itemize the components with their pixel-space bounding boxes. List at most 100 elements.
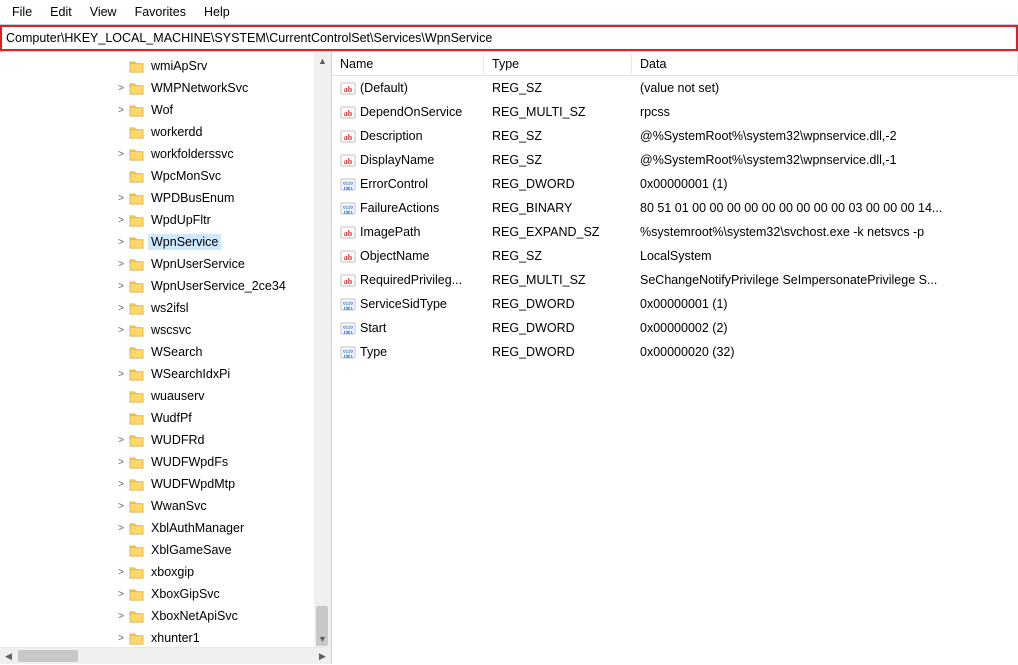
tree-item[interactable]: >WUDFWpdFs (0, 451, 331, 473)
values-list[interactable]: ab(Default)REG_SZ(value not set)abDepend… (332, 76, 1018, 364)
value-row[interactable]: 01101001ErrorControlREG_DWORD0x00000001 … (332, 172, 1018, 196)
folder-icon (128, 81, 144, 95)
tree-item-label: workfolderssvc (148, 146, 237, 162)
tree-item[interactable]: XblGameSave (0, 539, 331, 561)
tree-vertical-scrollbar[interactable]: ▲ ▼ (314, 52, 331, 647)
value-row[interactable]: abDisplayNameREG_SZ@%SystemRoot%\system3… (332, 148, 1018, 172)
tree-item[interactable]: >WpnService (0, 231, 331, 253)
value-row[interactable]: abObjectNameREG_SZLocalSystem (332, 244, 1018, 268)
value-row[interactable]: abRequiredPrivileg...REG_MULTI_SZSeChang… (332, 268, 1018, 292)
expand-chevron-icon[interactable]: > (114, 83, 128, 94)
value-row[interactable]: 01101001StartREG_DWORD0x00000002 (2) (332, 316, 1018, 340)
tree-item[interactable]: >WpdUpFltr (0, 209, 331, 231)
expand-chevron-icon[interactable]: > (114, 259, 128, 270)
value-row[interactable]: 01101001TypeREG_DWORD0x00000020 (32) (332, 340, 1018, 364)
tree-item[interactable]: >Wof (0, 99, 331, 121)
tree-view[interactable]: wmiApSrv>WMPNetworkSvc>Wofworkerdd > workf… (0, 52, 331, 647)
menu-favorites[interactable]: Favorites (127, 3, 194, 21)
expand-chevron-icon[interactable]: > (114, 457, 128, 468)
value-row[interactable]: abImagePathREG_EXPAND_SZ%systemroot%\sys… (332, 220, 1018, 244)
tree-item[interactable]: WSearch (0, 341, 331, 363)
tree-item[interactable]: > XboxGipSvc (0, 583, 331, 605)
value-type-cell: REG_MULTI_SZ (484, 273, 632, 287)
value-data-cell: 0x00000002 (2) (632, 321, 1018, 335)
tree-item[interactable]: >xboxgip (0, 561, 331, 583)
tree-item[interactable]: >XboxNetApiSvc (0, 605, 331, 627)
address-bar[interactable]: Computer\HKEY_LOCAL_MACHINE\SYSTEM\Curre… (0, 25, 1018, 51)
expand-chevron-icon[interactable]: > (114, 589, 128, 600)
expand-chevron-icon[interactable]: > (114, 633, 128, 644)
expand-chevron-icon[interactable]: > (114, 105, 128, 116)
value-row[interactable]: abDependOnServiceREG_MULTI_SZrpcss (332, 100, 1018, 124)
tree-item[interactable]: > WpnUserService_2ce34 (0, 275, 331, 297)
column-header-data[interactable]: Data (632, 54, 1018, 74)
expand-chevron-icon[interactable]: > (114, 149, 128, 160)
tree-item[interactable]: WudfPf (0, 407, 331, 429)
scroll-down-arrow-icon[interactable]: ▼ (314, 630, 331, 647)
expand-chevron-icon[interactable]: > (114, 303, 128, 314)
svg-text:1001: 1001 (343, 211, 354, 216)
tree-item[interactable]: >WUDFRd (0, 429, 331, 451)
tree-horizontal-scrollbar[interactable]: ◀ ▶ (0, 647, 331, 664)
menubar: File Edit View Favorites Help (0, 0, 1018, 25)
expand-chevron-icon[interactable]: > (114, 611, 128, 622)
value-data-cell: LocalSystem (632, 249, 1018, 263)
menu-file[interactable]: File (4, 3, 40, 21)
value-row[interactable]: 01101001FailureActionsREG_BINARY80 51 01… (332, 196, 1018, 220)
expand-chevron-icon[interactable]: > (114, 501, 128, 512)
tree-item-label: XboxGipSvc (148, 586, 223, 602)
column-header-type[interactable]: Type (484, 54, 632, 74)
reg-string-icon: ab (340, 104, 356, 120)
value-type-cell: REG_DWORD (484, 297, 632, 311)
reg-string-icon: ab (340, 128, 356, 144)
reg-string-icon: ab (340, 224, 356, 240)
scroll-up-arrow-icon[interactable]: ▲ (314, 52, 331, 69)
tree-item[interactable]: >WwanSvc (0, 495, 331, 517)
expand-chevron-icon[interactable]: > (114, 325, 128, 336)
expand-chevron-icon[interactable]: > (114, 523, 128, 534)
value-name-cell: abDependOnService (332, 104, 484, 120)
expand-chevron-icon[interactable]: > (114, 193, 128, 204)
tree-item[interactable]: wuauserv (0, 385, 331, 407)
scroll-left-arrow-icon[interactable]: ◀ (0, 648, 17, 665)
value-data-cell: %systemroot%\system32\svchost.exe -k net… (632, 225, 1018, 239)
expand-chevron-icon[interactable]: > (114, 237, 128, 248)
folder-icon (128, 235, 144, 249)
tree-item[interactable]: WpcMonSvc (0, 165, 331, 187)
value-name-cell: 01101001FailureActions (332, 200, 484, 216)
menu-edit[interactable]: Edit (42, 3, 80, 21)
tree-item[interactable]: >xhunter1 (0, 627, 331, 647)
value-type-cell: REG_SZ (484, 249, 632, 263)
expand-chevron-icon[interactable]: > (114, 281, 128, 292)
expand-chevron-icon[interactable]: > (114, 215, 128, 226)
tree-item[interactable]: >wscsvc (0, 319, 331, 341)
column-header-name[interactable]: Name (332, 54, 484, 74)
menu-help[interactable]: Help (196, 3, 238, 21)
tree-item[interactable]: >XblAuthManager (0, 517, 331, 539)
tree-item[interactable]: wmiApSrv (0, 55, 331, 77)
expand-chevron-icon[interactable]: > (114, 435, 128, 446)
tree-item[interactable]: >WUDFWpdMtp (0, 473, 331, 495)
value-type-cell: REG_SZ (484, 153, 632, 167)
tree-item[interactable]: >WPDBusEnum (0, 187, 331, 209)
value-row[interactable]: ab(Default)REG_SZ(value not set) (332, 76, 1018, 100)
expand-chevron-icon[interactable]: > (114, 369, 128, 380)
folder-icon (128, 191, 144, 205)
svg-text:ab: ab (344, 85, 353, 94)
scroll-thumb[interactable] (18, 650, 78, 662)
expand-chevron-icon[interactable]: > (114, 567, 128, 578)
value-row[interactable]: abDescriptionREG_SZ@%SystemRoot%\system3… (332, 124, 1018, 148)
menu-view[interactable]: View (82, 3, 125, 21)
scroll-right-arrow-icon[interactable]: ▶ (314, 648, 331, 665)
tree-item[interactable]: >WpnUserService (0, 253, 331, 275)
tree-item[interactable]: > workfolderssvc (0, 143, 331, 165)
tree-item[interactable]: >ws2ifsl (0, 297, 331, 319)
value-row[interactable]: 01101001ServiceSidTypeREG_DWORD0x0000000… (332, 292, 1018, 316)
tree-item[interactable]: workerdd (0, 121, 331, 143)
folder-icon (128, 323, 144, 337)
expand-chevron-icon[interactable]: > (114, 479, 128, 490)
tree-item-label: WpnUserService_2ce34 (148, 278, 289, 294)
tree-item[interactable]: >WSearchIdxPi (0, 363, 331, 385)
reg-binary-icon: 01101001 (340, 200, 356, 216)
tree-item[interactable]: >WMPNetworkSvc (0, 77, 331, 99)
